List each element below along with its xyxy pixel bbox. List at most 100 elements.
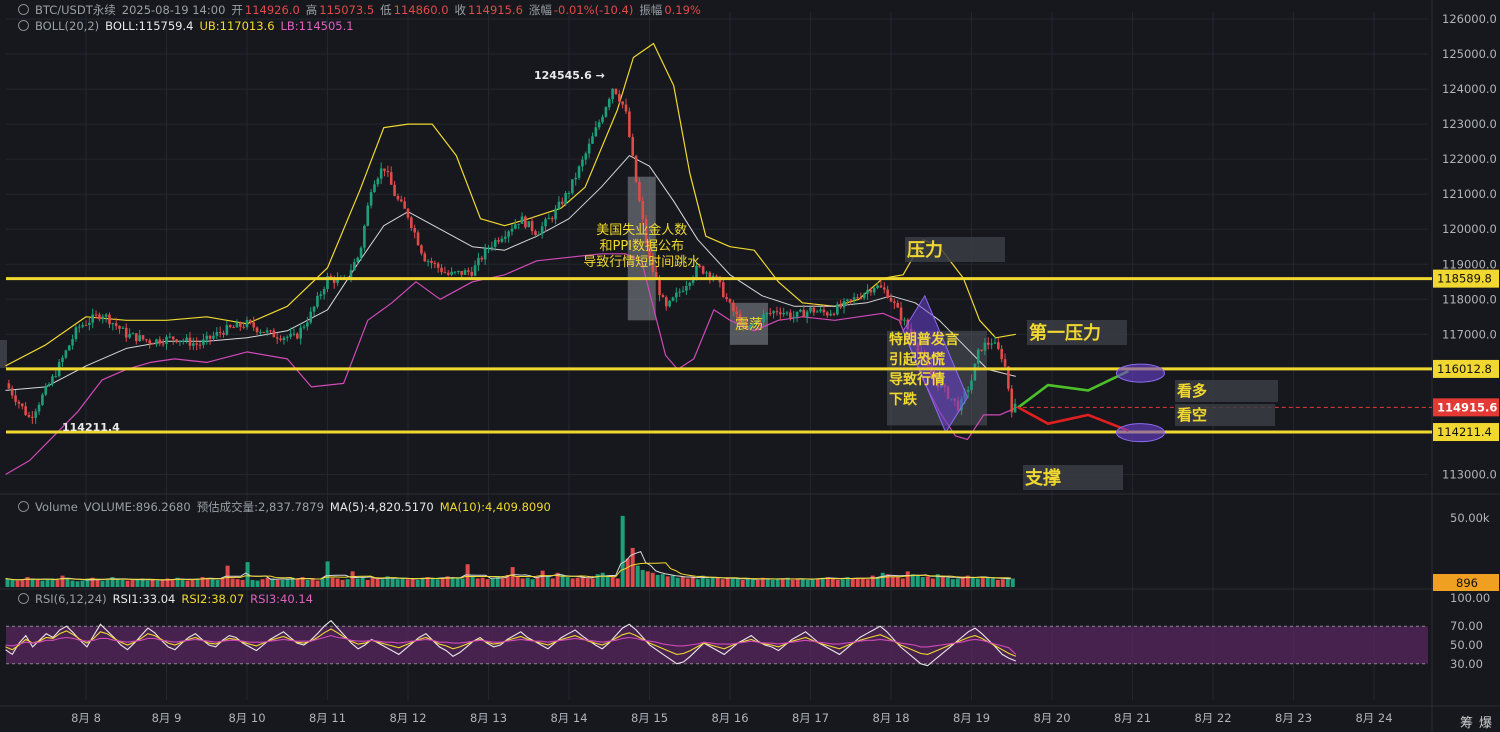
candle-body (463, 270, 467, 275)
candle-body (785, 312, 789, 314)
peak-label: 124545.6 → (534, 69, 605, 82)
candle-body (638, 181, 641, 202)
collapse-icon[interactable] (18, 4, 29, 15)
low-label: 低 (380, 3, 392, 17)
volume-bar (750, 579, 755, 587)
volume-bar (100, 580, 105, 587)
candle-body (527, 221, 531, 228)
news1-line: 导致行情短时间跳水 (583, 255, 700, 270)
boll-lb: LB:114505.1 (280, 19, 354, 33)
bell-icon[interactable] (18, 20, 29, 31)
price-tick-label: 118000.0 (1442, 292, 1497, 306)
candle-body (564, 193, 567, 204)
volume-bar (745, 578, 750, 587)
volume-bar (190, 579, 195, 587)
candle-body (118, 325, 121, 329)
volume-bar (5, 578, 10, 587)
volume-bar (465, 564, 470, 587)
candle-body (312, 306, 316, 312)
candle-body (292, 333, 296, 335)
bell-icon[interactable] (18, 593, 29, 604)
x-tick-label: 8月 9 (152, 711, 182, 725)
candle-body (94, 314, 98, 316)
news1-line: 和PPI数据公布 (600, 239, 685, 254)
candle-body (708, 272, 712, 278)
volume-bar (660, 574, 665, 587)
volume-bar (775, 579, 780, 587)
volume-bar (600, 572, 605, 587)
x-tick-label: 8月 24 (1355, 711, 1392, 725)
candle-body (819, 309, 822, 312)
volume-bar (395, 579, 400, 587)
volume-bar (985, 577, 990, 587)
candle-body (101, 316, 105, 320)
candle-body (584, 153, 588, 160)
volume-bar (360, 577, 365, 587)
volume-bar (615, 578, 620, 587)
volume-bar (545, 575, 550, 587)
candle-body (128, 333, 131, 338)
volume-bar (215, 579, 220, 587)
candle-body (124, 327, 128, 338)
candle-body (470, 271, 474, 276)
candle-body (849, 299, 853, 301)
volume-bar (880, 572, 885, 587)
x-tick-label: 8月 15 (631, 711, 668, 725)
candle-body (450, 271, 453, 275)
volume-bar (740, 579, 745, 587)
liquidation-button[interactable]: 爆 (1479, 716, 1492, 731)
candle-body (269, 330, 272, 332)
candle-body (202, 339, 205, 345)
close-label: 收 (454, 3, 467, 17)
candle-body (628, 111, 631, 137)
candle-body (544, 219, 547, 227)
candle-body (272, 330, 276, 338)
candle-body (715, 275, 718, 277)
candle-body (550, 218, 554, 220)
candle-body (309, 311, 313, 323)
price-tick-label: 119000.0 (1442, 257, 1497, 271)
volume-bar (960, 577, 965, 587)
volume-ma10: MA(10):4,409.8090 (439, 500, 551, 514)
candle-body (976, 349, 980, 364)
candle-body (768, 313, 772, 315)
candle-body (413, 228, 417, 233)
candle-body (557, 201, 561, 209)
candle-body (98, 314, 101, 320)
chips-button[interactable]: 筹 (1460, 716, 1473, 731)
volume-bar (135, 579, 140, 587)
x-tick-label: 8月 18 (872, 711, 909, 725)
candle-body (664, 297, 668, 307)
candle-body (725, 297, 728, 300)
side-handle (0, 340, 7, 368)
volume-bar (95, 579, 100, 587)
candle-body (61, 357, 64, 362)
candle-body (467, 270, 470, 272)
volume-bar (945, 577, 950, 587)
volume-bar (590, 578, 595, 587)
candle-body (886, 289, 889, 298)
open-value: 114926.0 (244, 3, 300, 17)
volume-bar (620, 515, 625, 587)
volume-bar (710, 577, 715, 587)
collapse-icon[interactable] (18, 501, 29, 512)
candle-body (420, 245, 423, 254)
candle-body (614, 88, 618, 94)
candle-body (366, 205, 370, 226)
volume-bar (765, 578, 770, 587)
volume-bar (840, 579, 845, 587)
volume-bar (540, 570, 545, 587)
volume-bar (530, 579, 535, 587)
volume-bar (230, 578, 235, 587)
candle-body (192, 343, 195, 346)
x-tick-label: 8月 23 (1275, 711, 1312, 725)
volume-bar (955, 578, 960, 587)
candle-body (84, 325, 88, 327)
candle-body (510, 228, 514, 232)
candle-body (560, 201, 564, 204)
candle-body (631, 136, 635, 156)
volume-bar (40, 580, 45, 587)
candle-body (728, 299, 732, 303)
candle-body (165, 336, 168, 344)
volume-bar (855, 577, 860, 587)
